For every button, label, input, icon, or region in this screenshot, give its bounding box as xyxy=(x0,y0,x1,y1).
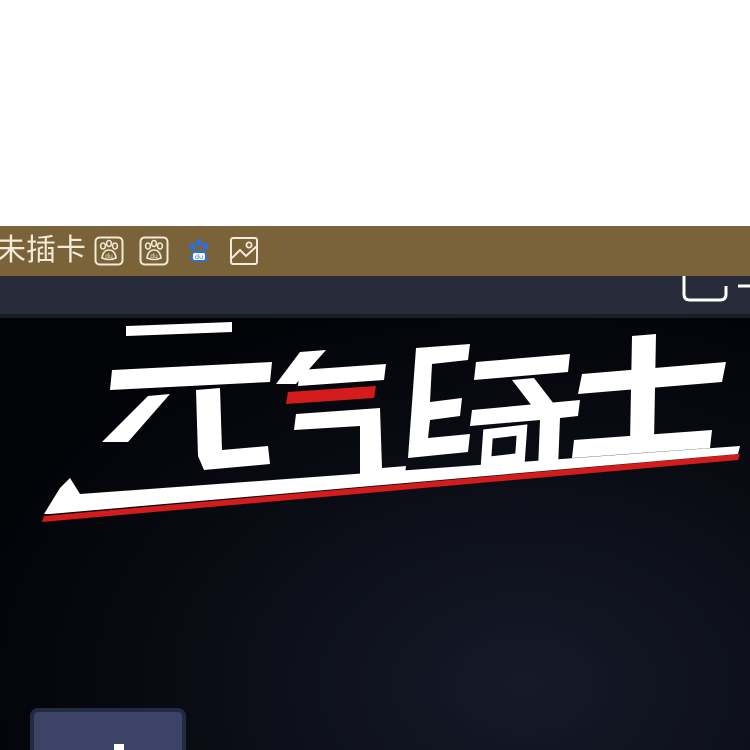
bottom-menu-button[interactable] xyxy=(30,708,186,750)
image-icon[interactable] xyxy=(229,236,259,266)
baidu-paw-icon[interactable]: du xyxy=(139,236,169,266)
svg-text:du: du xyxy=(150,253,158,260)
window-frame-icon[interactable] xyxy=(676,276,750,302)
svg-text:du: du xyxy=(195,253,203,261)
button-glyph-icon xyxy=(114,744,124,750)
screen: 未插卡 du du du xyxy=(0,0,750,750)
game-screen[interactable] xyxy=(0,318,750,750)
baidu-paw-icon[interactable]: du xyxy=(94,236,124,266)
baidu-paw-color-icon[interactable]: du xyxy=(184,236,214,266)
blank-top-area xyxy=(0,0,750,226)
svg-text:du: du xyxy=(105,253,113,260)
app-header-strip xyxy=(0,276,750,318)
bookmark-bar: 未插卡 du du du xyxy=(0,226,750,276)
soul-knight-logo xyxy=(42,322,740,522)
bookmark-label[interactable]: 未插卡 xyxy=(0,226,86,276)
